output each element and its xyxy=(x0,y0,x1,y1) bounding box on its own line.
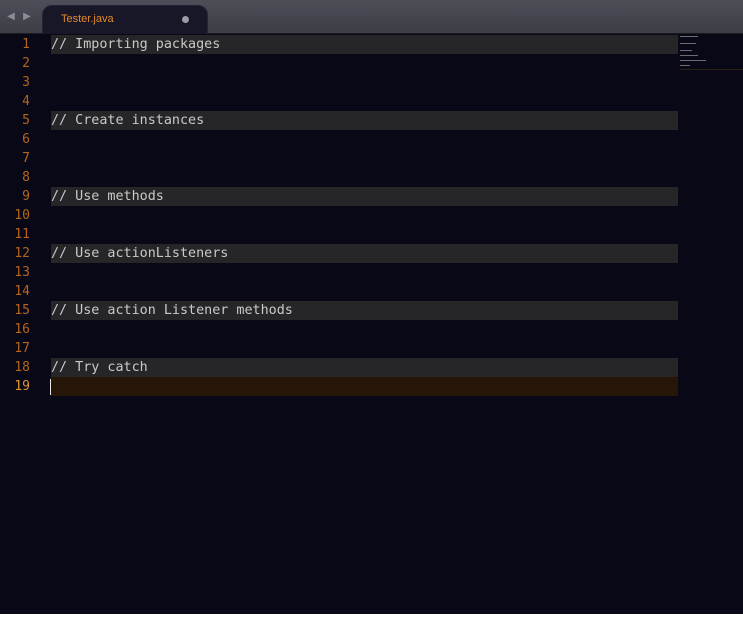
code-line[interactable]: 5 // Create instances xyxy=(0,111,680,130)
code-line[interactable]: 8 xyxy=(0,168,680,187)
code-text[interactable] xyxy=(51,73,678,92)
editor-window: ◀ ▶ Tester.java 1 // Importing packages 2 3… xyxy=(0,0,743,614)
line-number: 6 xyxy=(22,132,30,147)
line-number: 3 xyxy=(22,75,30,90)
code-line[interactable]: 2 xyxy=(0,54,680,73)
code-text[interactable] xyxy=(51,149,678,168)
code-line[interactable]: 4 xyxy=(0,92,680,111)
minimap-line xyxy=(680,36,698,37)
minimap-current-line xyxy=(680,69,743,70)
comment-line[interactable]: // Create instances xyxy=(51,111,678,130)
code-line[interactable]: 7 xyxy=(0,149,680,168)
comment-line[interactable]: // Importing packages xyxy=(51,35,678,54)
minimap-line xyxy=(680,50,692,51)
line-number: 1 xyxy=(22,37,30,52)
line-number: 13 xyxy=(14,265,30,280)
comment-line[interactable]: // Try catch xyxy=(51,358,678,377)
comment-line[interactable]: // Use methods xyxy=(51,187,678,206)
comment-line[interactable]: // Use action Listener methods xyxy=(51,301,678,320)
code-editor[interactable]: 1 // Importing packages 2 3 4 5 // Create inst… xyxy=(0,34,743,614)
line-number: 8 xyxy=(22,170,30,185)
code-text[interactable] xyxy=(51,263,678,282)
code-text[interactable] xyxy=(51,206,678,225)
line-number: 7 xyxy=(22,151,30,166)
code-line[interactable]: 11 xyxy=(0,225,680,244)
code-text[interactable] xyxy=(51,54,678,73)
line-number: 17 xyxy=(14,341,30,356)
minimap-line xyxy=(680,55,698,56)
tab-bar: ◀ ▶ Tester.java xyxy=(0,0,743,34)
code-text[interactable] xyxy=(51,339,678,358)
line-number: 5 xyxy=(22,113,30,128)
code-text[interactable] xyxy=(51,130,678,149)
line-number: 12 xyxy=(14,246,30,261)
line-number: 16 xyxy=(14,322,30,337)
code-line[interactable]: 6 xyxy=(0,130,680,149)
tab-tester-java[interactable]: Tester.java xyxy=(42,5,208,34)
nav-forward-icon[interactable]: ▶ xyxy=(21,10,33,24)
line-number: 9 xyxy=(22,189,30,204)
code-line[interactable]: 19 xyxy=(0,377,680,396)
comment-line[interactable]: // Use actionListeners xyxy=(51,244,678,263)
code-line[interactable]: 16 xyxy=(0,320,680,339)
code-line[interactable]: 3 xyxy=(0,73,680,92)
code-line[interactable]: 18 // Try catch xyxy=(0,358,680,377)
code-text[interactable] xyxy=(51,282,678,301)
code-line[interactable]: 10 xyxy=(0,206,680,225)
text-cursor xyxy=(50,379,51,395)
code-line[interactable]: 13 xyxy=(0,263,680,282)
code-line[interactable]: 1 // Importing packages xyxy=(0,35,680,54)
code-line[interactable]: 12 // Use actionListeners xyxy=(0,244,680,263)
nav-back-icon[interactable]: ◀ xyxy=(5,10,17,24)
code-text[interactable] xyxy=(51,168,678,187)
code-text[interactable] xyxy=(51,225,678,244)
code-line[interactable]: 15 // Use action Listener methods xyxy=(0,301,680,320)
line-number: 10 xyxy=(14,208,30,223)
line-number: 18 xyxy=(14,360,30,375)
code-text[interactable] xyxy=(51,92,678,111)
minimap[interactable] xyxy=(678,34,743,70)
code-line[interactable]: 14 xyxy=(0,282,680,301)
line-number: 19 xyxy=(14,379,30,394)
code-line[interactable]: 9 // Use methods xyxy=(0,187,680,206)
line-number: 14 xyxy=(14,284,30,299)
line-number: 2 xyxy=(22,56,30,71)
minimap-line xyxy=(680,43,696,44)
code-line[interactable]: 17 xyxy=(0,339,680,358)
tab-title: Tester.java xyxy=(61,13,114,25)
line-number: 4 xyxy=(22,94,30,109)
code-text[interactable] xyxy=(51,377,678,396)
minimap-line xyxy=(680,60,706,61)
modified-dot-icon[interactable] xyxy=(182,16,189,23)
line-number: 15 xyxy=(14,303,30,318)
code-text[interactable] xyxy=(51,320,678,339)
minimap-line xyxy=(680,65,690,66)
line-number: 11 xyxy=(14,227,30,242)
